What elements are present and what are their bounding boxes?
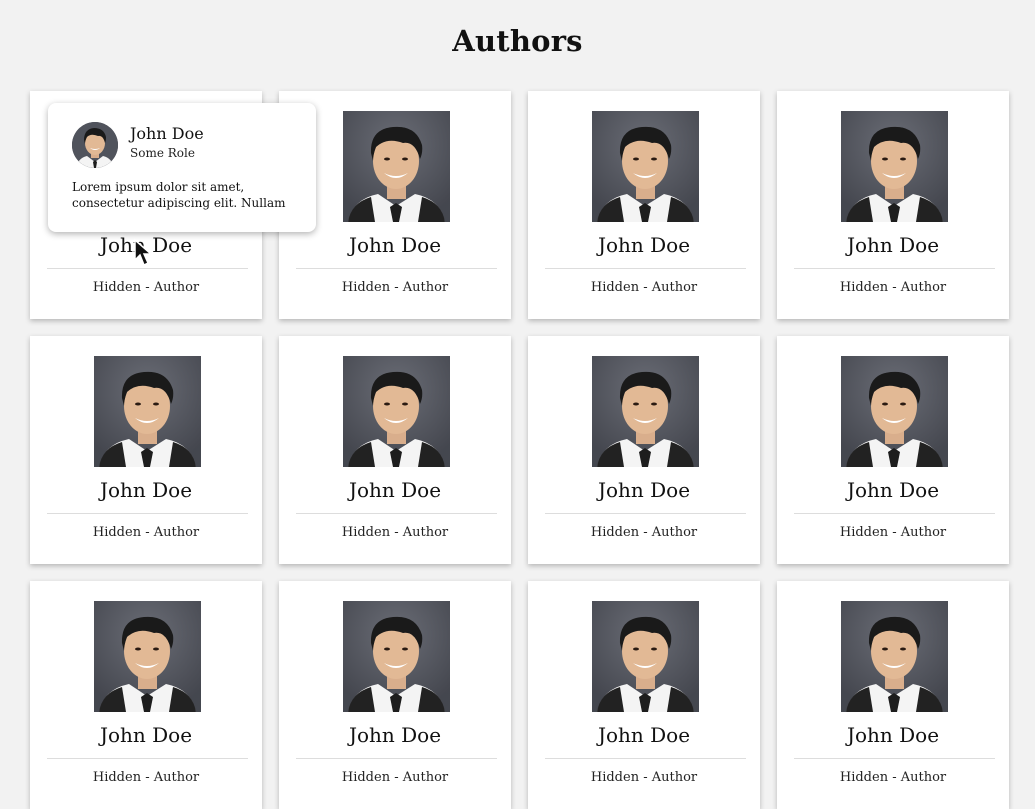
portrait-image	[343, 601, 450, 712]
portrait-image	[841, 356, 948, 467]
portrait-image	[94, 601, 201, 712]
author-card[interactable]: John Doe Hidden - Author	[528, 336, 760, 564]
author-role: Hidden - Author	[590, 770, 698, 785]
author-photo	[592, 356, 699, 467]
card-divider	[296, 268, 497, 269]
author-role: Hidden - Author	[839, 770, 947, 785]
author-role: Hidden - Author	[590, 525, 698, 540]
page-title: Authors	[452, 24, 583, 58]
portrait-image	[841, 601, 948, 712]
author-photo	[841, 111, 948, 222]
author-photo	[841, 356, 948, 467]
author-card[interactable]: John Doe Hidden - Author	[777, 581, 1009, 809]
author-name: John Doe	[99, 478, 193, 502]
portrait-image	[592, 111, 699, 222]
author-name: John Doe	[348, 233, 442, 257]
mouse-pointer-icon	[134, 238, 153, 267]
author-name: John Doe	[597, 723, 691, 747]
author-name: John Doe	[597, 233, 691, 257]
card-divider	[296, 513, 497, 514]
author-card[interactable]: John Doe Hidden - Author	[528, 91, 760, 319]
card-divider	[47, 513, 248, 514]
card-divider	[545, 758, 746, 759]
card-divider	[545, 268, 746, 269]
card-divider	[545, 513, 746, 514]
portrait-image	[592, 601, 699, 712]
author-card[interactable]: John Doe Hidden - Author	[279, 336, 511, 564]
author-role: Hidden - Author	[839, 525, 947, 540]
author-card[interactable]: John Doe Hidden - Author	[528, 581, 760, 809]
author-name: John Doe	[846, 233, 940, 257]
card-divider	[296, 758, 497, 759]
author-role: Hidden - Author	[590, 280, 698, 295]
author-role: Hidden - Author	[839, 280, 947, 295]
author-photo	[592, 111, 699, 222]
avatar	[72, 122, 118, 168]
author-photo	[343, 111, 450, 222]
author-photo	[94, 356, 201, 467]
card-divider	[794, 758, 995, 759]
card-divider	[794, 268, 995, 269]
author-name: John Doe	[348, 723, 442, 747]
hover-card-role: Some Role	[130, 146, 195, 160]
card-divider	[47, 268, 248, 269]
author-role: Hidden - Author	[92, 280, 200, 295]
hover-card-bio: Lorem ipsum dolor sit amet, consectetur …	[72, 180, 286, 210]
author-card[interactable]: John Doe Hidden - Author	[777, 91, 1009, 319]
author-role: Hidden - Author	[341, 770, 449, 785]
portrait-image	[343, 356, 450, 467]
author-name: John Doe	[99, 723, 193, 747]
author-card[interactable]: John Doe Hidden - Author	[279, 581, 511, 809]
author-role: Hidden - Author	[341, 525, 449, 540]
hover-card-name: John Doe	[130, 124, 204, 143]
author-hover-card: John Doe Some Role Lorem ipsum dolor sit…	[48, 103, 316, 232]
portrait-image	[592, 356, 699, 467]
card-divider	[47, 758, 248, 759]
author-role: Hidden - Author	[92, 525, 200, 540]
author-card[interactable]: John Doe Hidden - Author	[30, 581, 262, 809]
portrait-image	[841, 111, 948, 222]
author-photo	[343, 601, 450, 712]
portrait-image	[343, 111, 450, 222]
author-photo	[592, 601, 699, 712]
author-photo	[343, 356, 450, 467]
card-divider	[794, 513, 995, 514]
author-name: John Doe	[348, 478, 442, 502]
author-photo	[94, 601, 201, 712]
author-card[interactable]: John Doe Hidden - Author	[777, 336, 1009, 564]
author-name: John Doe	[846, 478, 940, 502]
author-card[interactable]: John Doe Hidden - Author	[30, 336, 262, 564]
portrait-image	[94, 356, 201, 467]
avatar-image	[72, 122, 118, 168]
author-role: Hidden - Author	[92, 770, 200, 785]
author-role: Hidden - Author	[341, 280, 449, 295]
author-name: John Doe	[597, 478, 691, 502]
author-name: John Doe	[846, 723, 940, 747]
author-photo	[841, 601, 948, 712]
